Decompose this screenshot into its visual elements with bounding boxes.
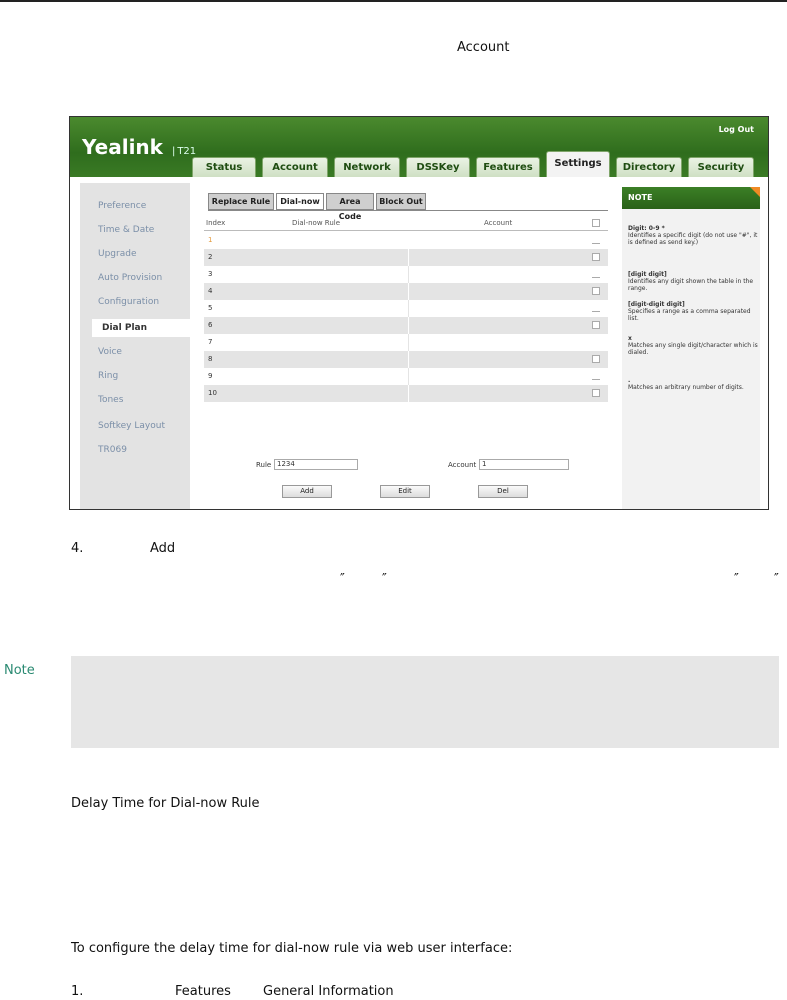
nav-tab-features[interactable]: Features [476, 157, 540, 177]
step-1-general-information: General Information [263, 984, 394, 999]
col-index: Index [206, 219, 226, 227]
sidebar-item-ring[interactable]: Ring [98, 371, 118, 381]
quote-mark: ″ [340, 572, 345, 587]
del-button[interactable]: Del [478, 485, 528, 498]
sidebar-item-tr069[interactable]: TR069 [98, 445, 127, 455]
table-row[interactable]: 10 [204, 385, 608, 402]
table-row[interactable]: 2 [204, 249, 608, 266]
row-checkbox[interactable] [592, 242, 600, 244]
step-4-number: 4. [71, 541, 84, 556]
step-1-number: 1. [71, 984, 84, 999]
note-panel: NOTE Digit: 0-9 * Identifies a specific d… [622, 187, 760, 509]
sidebar-item-auto-provision[interactable]: Auto Provision [98, 273, 162, 283]
note-corner-fold [750, 187, 760, 197]
table-row[interactable]: 6 [204, 317, 608, 334]
nav-tab-status[interactable]: Status [192, 157, 256, 177]
sidebar-item-voice[interactable]: Voice [98, 347, 122, 357]
note-label: Note [4, 663, 35, 678]
row-checkbox[interactable] [592, 389, 600, 397]
rule-label: Rule [256, 461, 272, 469]
table-row[interactable]: 7 [204, 334, 608, 351]
row-checkbox[interactable] [592, 253, 600, 261]
section-heading: Delay Time for Dial-now Rule [71, 796, 260, 811]
subtab-replace-rule[interactable]: Replace Rule [208, 193, 274, 210]
sidebar-item-softkey-layout[interactable]: Softkey Layout [98, 421, 165, 431]
rule-input[interactable]: 1234 [274, 459, 358, 470]
row-checkbox[interactable] [592, 321, 600, 329]
add-button[interactable]: Add [282, 485, 332, 498]
top-rule [0, 0, 787, 2]
table-row[interactable]: 4 [204, 283, 608, 300]
table-row[interactable]: 5 [204, 300, 608, 317]
logout-link[interactable]: Log Out [719, 125, 754, 134]
table-row[interactable]: 8 [204, 351, 608, 368]
quote-mark: ″ [774, 572, 779, 587]
row-checkbox[interactable] [592, 378, 600, 380]
procedure-heading: To configure the delay time for dial-now… [71, 941, 513, 956]
row-checkbox[interactable] [592, 310, 600, 312]
note-item: . Matches an arbitrary number of digits. [628, 377, 744, 391]
edit-button[interactable]: Edit [380, 485, 430, 498]
row-checkbox[interactable] [592, 276, 600, 278]
sidebar-item-tones[interactable]: Tones [98, 395, 123, 405]
quote-mark: ″ [382, 572, 387, 587]
subtab-underline [208, 210, 608, 211]
sidebar-item-upgrade[interactable]: Upgrade [98, 249, 136, 259]
note-title: NOTE [622, 187, 760, 209]
yealink-logo: Yealink | T21 [82, 135, 197, 159]
sidebar-item-preference[interactable]: Preference [98, 201, 146, 211]
table-header: Index Dial-now Rule Account [204, 217, 608, 231]
note-item: Digit: 0-9 * Identifies a specific digit … [628, 225, 758, 246]
nav-tab-dsskey[interactable]: DSSKey [406, 157, 470, 177]
subtab-dial-now[interactable]: Dial-now [276, 193, 324, 210]
web-ui-screenshot: Yealink | T21 Log Out Status Account Netw… [69, 116, 769, 510]
account-label: Account [448, 461, 477, 469]
web-ui-header: Yealink | T21 Log Out Status Account Netw… [70, 117, 768, 177]
table-row[interactable]: 3 [204, 266, 608, 283]
nav-tab-security[interactable]: Security [688, 157, 754, 177]
note-item: x Matches any single digit/character whic… [628, 335, 758, 356]
sidebar-item-configuration[interactable]: Configuration [98, 297, 159, 307]
row-checkbox[interactable] [592, 355, 600, 363]
subtab-area-code[interactable]: Area Code [326, 193, 374, 221]
select-all-checkbox[interactable] [592, 219, 600, 227]
account-term: Account [457, 40, 510, 55]
col-account: Account [484, 219, 513, 227]
note-item: [digit digit] Identifies any digit shown … [628, 271, 754, 292]
step-1-features: Features [175, 984, 231, 999]
dial-plan-content: Replace Rule Dial-now Area Code Block Ou… [198, 183, 613, 509]
quote-mark: ″ [734, 572, 739, 587]
settings-sidebar: Preference Time & Date Upgrade Auto Prov… [80, 183, 200, 509]
table-row[interactable]: 1 [204, 232, 608, 249]
nav-tab-network[interactable]: Network [334, 157, 400, 177]
row-checkbox[interactable] [592, 287, 600, 295]
account-input[interactable]: 1 [479, 459, 569, 470]
nav-tab-settings[interactable]: Settings [546, 151, 610, 177]
note-item: [digit-digit digit] Specifies a range as … [628, 301, 751, 322]
step-4-add-term: Add [150, 541, 176, 556]
sidebar-item-time-date[interactable]: Time & Date [98, 225, 154, 235]
subtab-block-out[interactable]: Block Out [376, 193, 426, 210]
nav-tab-account[interactable]: Account [262, 157, 328, 177]
nav-tab-directory[interactable]: Directory [616, 157, 682, 177]
sidebar-item-dial-plan[interactable]: Dial Plan [92, 319, 200, 337]
col-dial-now-rule: Dial-now Rule [292, 219, 341, 227]
note-box [71, 656, 779, 748]
table-row[interactable]: 9 [204, 368, 608, 385]
